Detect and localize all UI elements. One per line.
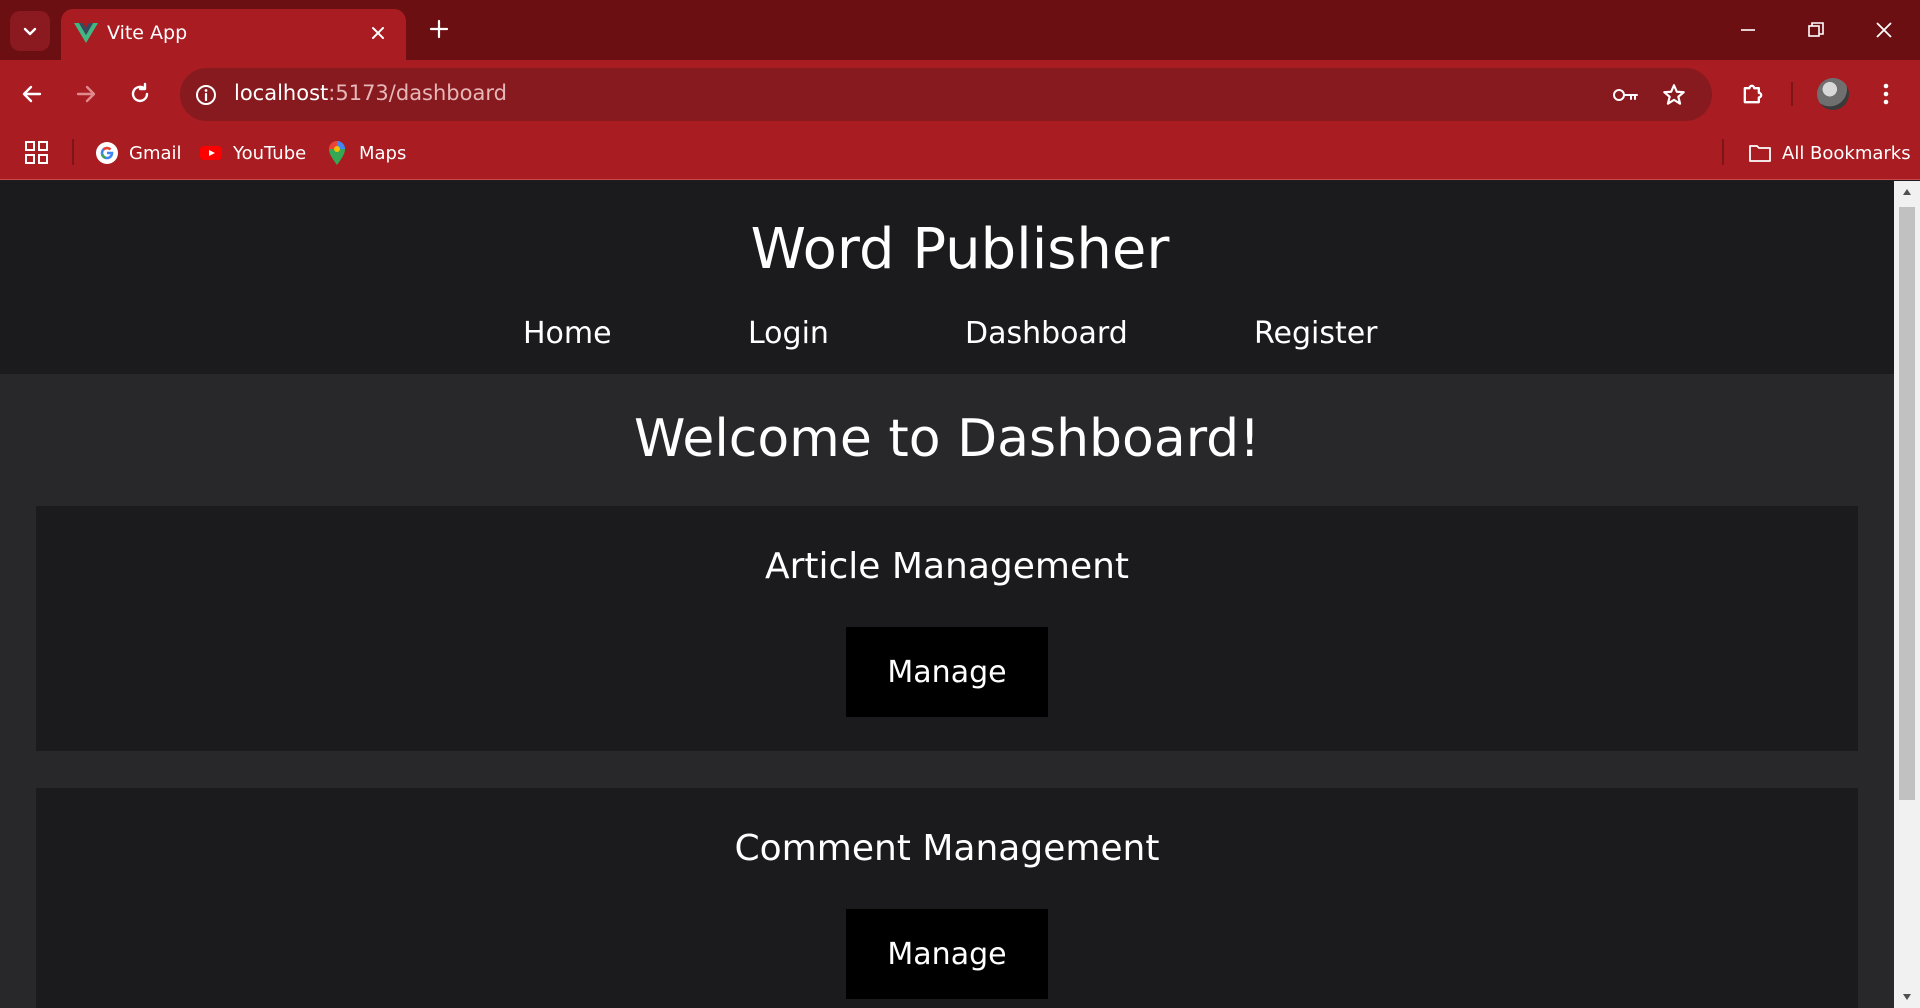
vite-vue-favicon-icon (74, 23, 98, 43)
nav-link-dashboard[interactable]: Dashboard (965, 316, 1128, 351)
close-window-icon[interactable] (1864, 10, 1904, 50)
nav-link-register[interactable]: Register (1254, 316, 1378, 351)
tab-search-button[interactable] (10, 11, 50, 51)
tab-title: Vite App (107, 22, 188, 44)
comment-manage-button[interactable]: Manage (846, 909, 1048, 999)
toolbar-divider (1791, 82, 1793, 106)
bookmarks-divider (72, 139, 74, 165)
bookmark-gmail[interactable]: Gmail (95, 136, 182, 170)
back-arrow-icon[interactable] (14, 76, 50, 112)
bookmark-label: Gmail (129, 142, 182, 164)
page-scrollbar[interactable] (1894, 181, 1920, 1008)
more-menu-icon[interactable] (1868, 76, 1904, 112)
browser-tab-active[interactable]: Vite App (61, 9, 406, 60)
comment-management-card: Comment Management Manage (36, 788, 1858, 1008)
article-management-card: Article Management Manage (36, 506, 1858, 751)
url-host: localhost (234, 81, 329, 105)
url-path: :5173/dashboard (328, 81, 507, 105)
site-info-icon[interactable] (192, 81, 220, 109)
google-icon (95, 141, 119, 165)
site-header: Word Publisher Home Login Dashboard Regi… (0, 181, 1894, 374)
bookmark-star-icon[interactable] (1659, 80, 1689, 110)
restore-icon[interactable] (1796, 10, 1836, 50)
new-tab-plus-icon[interactable] (424, 14, 454, 44)
bookmark-maps[interactable]: Maps (325, 136, 406, 170)
article-manage-button[interactable]: Manage (846, 627, 1048, 717)
folder-icon (1748, 141, 1772, 165)
card-title: Article Management (764, 546, 1130, 587)
scrollbar-thumb[interactable] (1899, 207, 1915, 800)
bookmarks-bar: Gmail YouTube Maps All Bookmarks (0, 126, 1920, 180)
bookmark-label: YouTube (233, 142, 307, 164)
reload-icon[interactable] (122, 76, 158, 112)
tab-strip: Vite App (0, 0, 1920, 60)
apps-grid-icon[interactable] (24, 140, 50, 166)
card-title: Comment Management (734, 828, 1160, 869)
chevron-down-icon (23, 27, 37, 36)
bookmarks-divider (1722, 139, 1724, 165)
profile-avatar[interactable] (1817, 78, 1849, 110)
youtube-icon (199, 141, 223, 165)
password-key-icon[interactable] (1610, 80, 1640, 110)
all-bookmarks-label: All Bookmarks (1782, 142, 1911, 164)
nav-link-login[interactable]: Login (748, 316, 829, 351)
scroll-up-arrow-icon[interactable] (1894, 181, 1920, 203)
site-title: Word Publisher (750, 217, 1170, 282)
bookmark-youtube[interactable]: YouTube (199, 136, 306, 170)
extensions-puzzle-icon[interactable] (1735, 76, 1771, 112)
forward-arrow-icon[interactable] (68, 76, 104, 112)
tab-close-icon[interactable] (366, 21, 390, 45)
maps-icon (325, 141, 349, 165)
nav-link-home[interactable]: Home (523, 316, 612, 351)
all-bookmarks-button[interactable]: All Bookmarks (1748, 136, 1911, 170)
minimize-icon[interactable] (1728, 10, 1768, 50)
bookmark-label: Maps (359, 142, 407, 164)
address-bar[interactable]: localhost:5173/dashboard (180, 68, 1712, 121)
scroll-down-arrow-icon[interactable] (1894, 986, 1920, 1008)
page-viewport: Word Publisher Home Login Dashboard Regi… (0, 181, 1894, 1008)
browser-toolbar: localhost:5173/dashboard (0, 60, 1920, 126)
page-heading: Welcome to Dashboard! (633, 409, 1261, 469)
url-text: localhost:5173/dashboard (234, 81, 507, 105)
